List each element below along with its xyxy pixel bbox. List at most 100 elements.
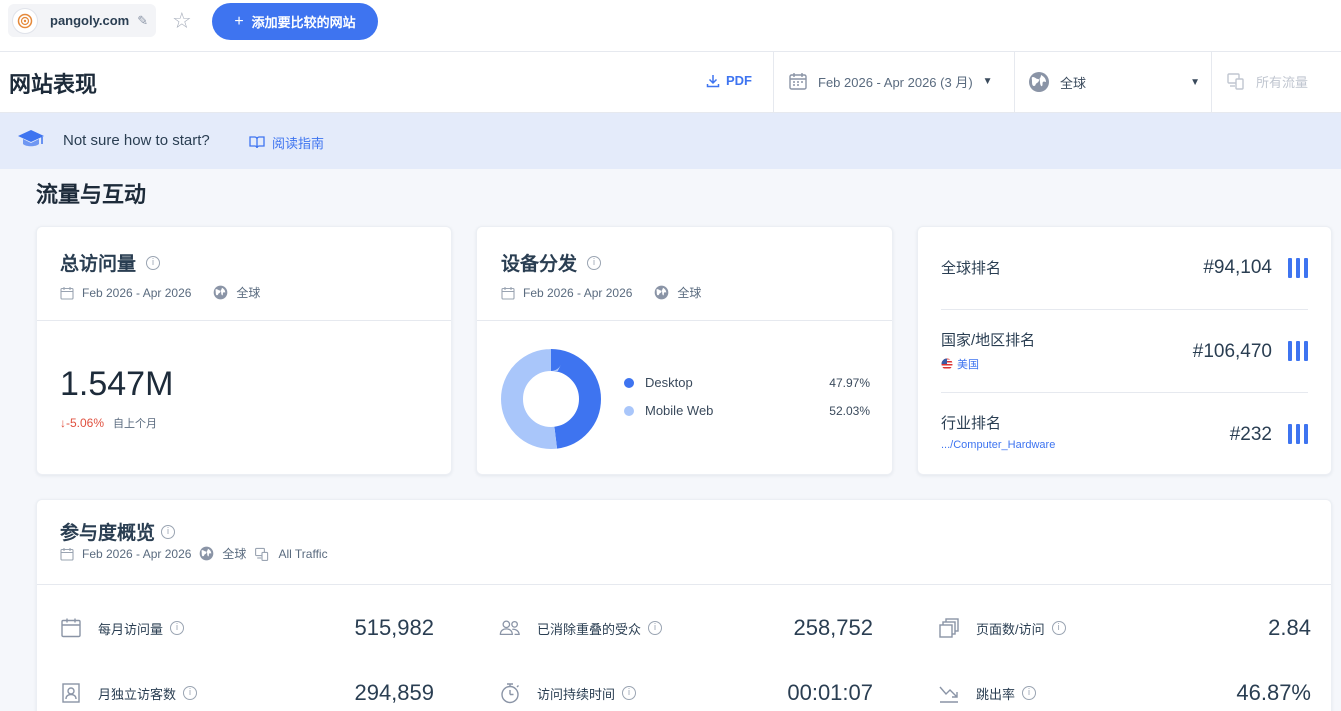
info-icon[interactable]: i [1022,686,1037,700]
info-icon[interactable]: i [648,621,663,635]
site-chip[interactable]: pangoly.com ✎ [8,4,156,37]
metric-label-text: 访问持续时间 [537,686,616,702]
page-header: 网站表现 PDF Feb 2026 - Apr 2026 (3 月) ▼ 全球 … [0,52,1341,113]
metric-label: 已消除重叠的受众 i [537,619,663,638]
card-region: 全球 [236,286,261,300]
star-icon[interactable]: ☆ [172,8,192,34]
metric-monthly-visits: 每月访问量 i 515,982 [60,613,434,643]
info-icon[interactable]: i [587,255,602,270]
card-traffic: All Traffic [278,546,328,561]
devices-icon [255,547,269,561]
card-meta: Feb 2026 - Apr 2026 全球 [60,284,260,301]
legend-dot [624,377,634,388]
metric-label-text: 月独立访客数 [98,686,177,702]
rank-bars-icon[interactable] [1288,424,1308,444]
read-guide-link[interactable]: 阅读指南 [249,133,324,152]
card-divider [37,320,451,321]
device-distribution-title: 设备分发 i [501,249,602,276]
industry-rank-value: #232 [1229,424,1272,445]
visitor-card-icon [62,683,80,703]
rank-bars-icon[interactable] [1288,341,1308,361]
rank-bars-icon[interactable] [1288,258,1308,278]
plus-icon: + [234,12,244,30]
chevron-down-icon: ▼ [982,75,993,87]
section-title: 流量与互动 [36,182,147,207]
add-compare-site-label: 添加要比较的网站 [251,15,356,30]
calendar-icon [789,73,807,90]
banner-text: Not sure how to start? [63,132,210,149]
pdf-label: PDF [726,73,752,88]
rank-divider [941,392,1308,393]
stopwatch-icon [501,683,519,704]
info-icon[interactable]: i [1051,621,1066,635]
total-visits-title: 总访问量 i [60,249,161,276]
users-icon [499,620,520,636]
metric-label: 页面数/访问 i [976,619,1066,638]
add-compare-site-button[interactable]: + 添加要比较的网站 [212,3,378,40]
edit-pencil-icon[interactable]: ✎ [137,13,148,29]
globe-icon [1029,72,1049,92]
global-rank-value: #94,104 [1203,257,1272,278]
globe-icon [214,285,228,300]
country-rank-country: 美国 [957,359,979,371]
card-meta: Feb 2026 - Apr 2026 全球 [501,284,701,301]
global-rank-row: 全球排名 #94,104 [941,257,1308,278]
legend-desktop: Desktop 47.97% [624,375,870,390]
metric-label: 月独立访客数 i [98,684,198,703]
info-icon[interactable]: i [146,255,161,270]
card-region: 全球 [677,286,702,300]
country-rank-value: #106,470 [1192,341,1272,362]
bounce-icon [939,686,958,703]
metric-pages-per-visit: 页面数/访问 i 2.84 [938,613,1311,643]
us-flag-icon [941,358,953,370]
engagement-title-text: 参与度概览 [60,523,156,544]
metric-label-text: 已消除重叠的受众 [537,621,642,637]
card-date: Feb 2026 - Apr 2026 [523,285,633,300]
industry-rank-row: 行业排名 .../Computer_Hardware #232 [941,412,1308,451]
info-icon[interactable]: i [161,524,176,539]
globe-icon [200,546,214,561]
header-divider [1014,52,1015,112]
metric-bounce-rate: 跳出率 i 46.87% [938,678,1311,708]
total-visits-title-text: 总访问量 [60,254,137,275]
legend-label: Desktop [645,375,693,390]
country-rank-row: 国家/地区排名 美国 #106,470 [941,329,1308,372]
pdf-download-button[interactable]: PDF [706,73,752,88]
page-title: 网站表现 [9,72,98,97]
card-date: Feb 2026 - Apr 2026 [82,546,192,561]
onboarding-banner: Not sure how to start? 阅读指南 [0,113,1341,169]
top-bar: pangoly.com ✎ ☆ + 添加要比较的网站 [0,0,1341,52]
card-meta: Feb 2026 - Apr 2026 全球 All Traffic [60,545,328,562]
legend-label: Mobile Web [645,403,714,418]
legend-value: 52.03% [829,403,870,418]
metric-label: 访问持续时间 i [537,684,637,703]
calendar-icon [60,286,74,300]
legend-mobile-web: Mobile Web 52.03% [624,403,870,418]
info-icon[interactable]: i [622,686,637,700]
metric-value: 46.87% [1236,680,1311,705]
device-distribution-card: 设备分发 i Feb 2026 - Apr 2026 全球 Desktop 47… [476,226,893,475]
metric-value: 515,982 [354,615,434,640]
visits-change-number: -5.06% [66,416,105,430]
calendar-icon [61,618,81,638]
metric-label-text: 每月访问量 [98,621,164,637]
calendar-icon [501,286,515,300]
globe-icon [655,285,669,300]
card-divider [37,584,1331,585]
info-icon[interactable]: i [170,621,185,635]
country-selector[interactable]: 全球 ▼ [1028,71,1200,93]
metric-value: 258,752 [793,615,873,640]
site-name: pangoly.com [50,13,130,28]
metric-label-text: 页面数/访问 [976,621,1045,637]
rank-card: 全球排名 #94,104 国家/地区排名 美国 #106,470 行业排名 ..… [917,226,1332,475]
date-range-selector[interactable]: Feb 2026 - Apr 2026 (3 月) ▼ [788,71,993,91]
card-region: 全球 [222,547,247,561]
info-icon[interactable]: i [183,686,198,700]
metric-label: 跳出率 i [976,684,1037,703]
download-icon [706,74,720,87]
header-divider [773,52,774,112]
engagement-overview-card: 参与度概览 i Feb 2026 - Apr 2026 全球 All Traff… [36,499,1332,711]
metric-monthly-unique-visitors: 月独立访客数 i 294,859 [60,678,434,708]
graduation-cap-icon [18,130,44,147]
metric-value: 2.84 [1268,615,1311,640]
